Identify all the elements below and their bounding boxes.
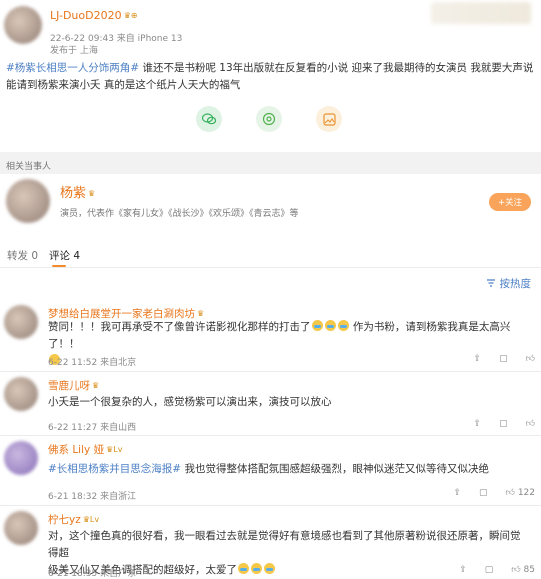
moments-icon[interactable] xyxy=(256,106,282,132)
avatar[interactable] xyxy=(4,6,42,44)
share-icon[interactable]: ⇪ xyxy=(474,419,482,429)
comment-text-part: 我也觉得整体搭配氛围感超级强烈，眼神似迷茫又似等待又似决绝 xyxy=(181,463,489,475)
tabs-bar: 转发 0 评论 4 xyxy=(0,232,541,268)
comment-item: 柠七yz ♛Lv 对，这个撞色真的很好看，我一眼看过去就是觉得好有意境感也看到了其… xyxy=(0,506,541,579)
vip-badge-icon: ♛⊕ xyxy=(123,11,138,20)
tab-comment[interactable]: 评论 4 xyxy=(49,248,80,263)
vip-badge-icon: ♛Lv xyxy=(106,445,123,454)
comment-text-part: 赞同！！！我可再承受不了像曾许诺影视化那样的打击了 xyxy=(48,321,311,333)
post-topic-link[interactable]: #杨紫长相思一人分饰两角# xyxy=(6,62,139,74)
sort-label[interactable]: 按热度 xyxy=(500,278,532,290)
vip-badge-icon: ♛ xyxy=(88,189,96,198)
comment-username-text[interactable]: 雪鹿儿呀 xyxy=(48,380,90,392)
sort-by-hot-button[interactable]: 按热度 xyxy=(486,276,531,291)
share-icon[interactable]: ⇪ xyxy=(474,354,482,364)
reply-icon[interactable]: ▢ xyxy=(499,419,508,429)
celebrity-avatar[interactable] xyxy=(6,179,50,223)
comment-topic-link[interactable]: #长相思杨紫并目思念海报# xyxy=(48,463,181,475)
reply-icon[interactable]: ▢ xyxy=(485,565,494,575)
comment-username[interactable]: 柠七yz ♛Lv xyxy=(48,512,99,527)
comment-item: 梦想给白展堂开一家老白涮肉坊 ♛ 赞同！！！我可再承受不了像曾许诺影视化那样的打击… xyxy=(0,300,541,372)
crying-emoji-icon xyxy=(238,563,249,574)
post-text: #杨紫长相思一人分饰两角# 谁还不是书粉呢 13年出版就在反复看的小说 迎来了我… xyxy=(6,60,534,94)
tab-underline xyxy=(52,265,66,267)
celebrity-name[interactable]: 杨紫 ♛ xyxy=(60,182,95,201)
comment-avatar[interactable] xyxy=(4,511,38,545)
post-username-text[interactable]: LJ-DuoD2020 xyxy=(50,9,122,22)
post-card: LJ-DuoD2020 ♛⊕ 22-6-22 09:43 来自 iPhone 13… xyxy=(0,0,541,152)
blurred-region xyxy=(431,2,531,24)
comment-username-text[interactable]: 佛系 Lily 娅 xyxy=(48,444,104,456)
related-card[interactable]: 杨紫 ♛ 演员，代表作《家有儿女》《战长沙》《欢乐颂》《青云志》等 +关注 xyxy=(0,174,541,232)
wechat-icon[interactable] xyxy=(196,106,222,132)
comment-avatar[interactable] xyxy=(4,305,38,339)
celebrity-description: 演员，代表作《家有儿女》《战长沙》《欢乐颂》《青云志》等 xyxy=(60,209,299,219)
comment-username-text[interactable]: 柠七yz xyxy=(48,514,81,526)
crying-emoji-icon xyxy=(251,563,262,574)
comment-avatar[interactable] xyxy=(4,377,38,411)
comment-meta: 6-22 11:52 来自北京 xyxy=(48,358,137,368)
post-location: 发布于 上海 xyxy=(50,46,98,56)
comment-actions: ⇪ ▢ 👍︎ 85 xyxy=(459,565,535,575)
comment-username[interactable]: 佛系 Lily 娅 ♛Lv xyxy=(48,442,122,457)
post-username[interactable]: LJ-DuoD2020 ♛⊕ xyxy=(50,9,137,22)
comment-meta: 6-21 18:35 来自广东 xyxy=(48,569,137,579)
comment-actions: ⇪ ▢ 👍︎ xyxy=(474,419,535,429)
comment-username[interactable]: 雪鹿儿呀 ♛ xyxy=(48,378,99,393)
comment-actions: ⇪ ▢ 👍︎ xyxy=(474,354,535,364)
sort-icon xyxy=(487,279,496,287)
comment-text: #长相思杨紫并目思念海报# 我也觉得整体搭配氛围感超级强烈，眼神似迷茫又似等待又… xyxy=(48,461,530,478)
like-icon[interactable]: 👍︎ 122 xyxy=(506,488,535,498)
vip-badge-icon: ♛ xyxy=(92,381,100,390)
comment-item: 佛系 Lily 娅 ♛Lv #长相思杨紫并目思念海报# 我也觉得整体搭配氛围感超级… xyxy=(0,436,541,506)
like-count: 85 xyxy=(523,565,535,575)
sort-bar: 按热度 xyxy=(0,268,541,300)
crying-emoji-icon xyxy=(311,320,323,331)
comment-text-part: 对，这个撞色真的很好看，我一眼看过去就是觉得好有意境感也看到了其他原著粉说很还原… xyxy=(48,530,521,559)
crying-emoji-icon xyxy=(264,563,275,574)
comment-avatar[interactable] xyxy=(4,441,38,475)
like-icon[interactable]: 👍︎ xyxy=(526,354,535,364)
related-title: 相关当事人 xyxy=(6,162,52,172)
like-icon[interactable]: 👍︎ xyxy=(526,419,535,429)
share-icon[interactable]: ⇪ xyxy=(453,488,461,498)
comment-actions: ⇪ ▢ 👍︎ 122 xyxy=(453,488,535,498)
comment-meta: 6-21 18:32 来自浙江 xyxy=(48,492,137,502)
comment-item: 雪鹿儿呀 ♛ 小夭是一个很复杂的人，感觉杨紫可以演出来，演技可以放心 6-22 1… xyxy=(0,372,541,436)
reply-icon[interactable]: ▢ xyxy=(479,488,488,498)
vip-badge-icon: ♛Lv xyxy=(82,515,100,524)
related-section: 相关当事人 杨紫 ♛ 演员，代表作《家有儿女》《战长沙》《欢乐颂》《青云志》等 +… xyxy=(0,152,541,232)
comment-meta: 6-22 11:27 来自山西 xyxy=(48,423,137,433)
comment-text: 小夭是一个很复杂的人，感觉杨紫可以演出来，演技可以放心 xyxy=(48,396,332,408)
follow-button[interactable]: +关注 xyxy=(489,193,531,211)
crying-emoji-icon xyxy=(337,320,349,331)
crying-emoji-icon xyxy=(324,320,336,331)
tab-repost[interactable]: 转发 0 xyxy=(7,248,38,263)
celebrity-name-text[interactable]: 杨紫 xyxy=(60,186,86,201)
vip-badge-icon: ♛ xyxy=(197,309,205,318)
like-icon[interactable]: 👍︎ 85 xyxy=(511,565,535,575)
image-icon[interactable] xyxy=(316,106,342,132)
reply-icon[interactable]: ▢ xyxy=(499,354,508,364)
like-count: 122 xyxy=(517,488,535,498)
share-icon[interactable]: ⇪ xyxy=(459,565,467,575)
